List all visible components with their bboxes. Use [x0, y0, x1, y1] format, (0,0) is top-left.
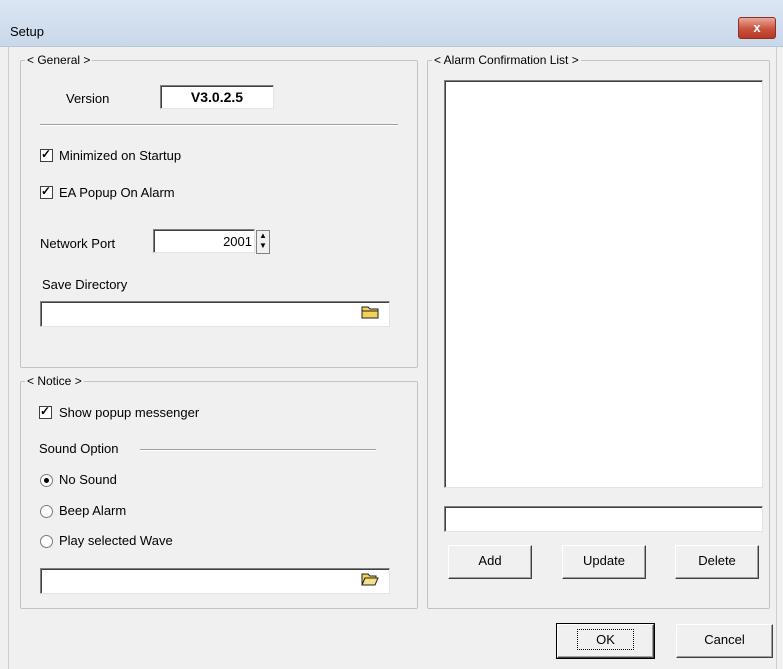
minimized-label[interactable]: Minimized on Startup: [59, 148, 181, 163]
spin-down-icon[interactable]: ▼: [257, 241, 269, 251]
add-button[interactable]: Add: [448, 545, 532, 579]
ok-button[interactable]: OK: [556, 623, 655, 659]
radio-beep-alarm[interactable]: [40, 505, 53, 518]
ok-label: OK: [577, 629, 634, 650]
network-port-label: Network Port: [40, 236, 116, 251]
alarm-list-legend: < Alarm Confirmation List >: [432, 53, 581, 67]
ea-popup-checkbox[interactable]: [40, 184, 53, 199]
folder-icon[interactable]: [359, 304, 381, 322]
play-wave-label[interactable]: Play selected Wave: [59, 533, 173, 548]
version-field: V3.0.2.5: [160, 85, 274, 109]
delete-button[interactable]: Delete: [675, 545, 759, 579]
spin-up-icon[interactable]: ▲: [257, 231, 269, 241]
alarm-list-box[interactable]: [444, 80, 763, 488]
open-folder-icon[interactable]: [359, 571, 381, 589]
show-popup-label[interactable]: Show popup messenger: [59, 405, 199, 420]
port-spinner[interactable]: ▲ ▼: [256, 230, 270, 254]
alarm-entry-input[interactable]: [444, 506, 763, 532]
title-bar[interactable]: [0, 0, 783, 47]
show-popup-checkbox[interactable]: [39, 404, 52, 419]
update-button[interactable]: Update: [562, 545, 646, 579]
save-directory-label: Save Directory: [42, 277, 128, 292]
radio-no-sound[interactable]: [40, 474, 53, 487]
cancel-button[interactable]: Cancel: [676, 624, 773, 658]
save-directory-input[interactable]: [40, 301, 390, 327]
wave-path-input[interactable]: [40, 568, 390, 594]
sound-option-label: Sound Option: [39, 441, 119, 456]
close-icon: x: [753, 20, 761, 35]
notice-legend: < Notice >: [25, 374, 84, 388]
sound-option-divider: [140, 449, 376, 451]
minimized-checkbox[interactable]: [40, 147, 53, 162]
general-legend: < General >: [25, 53, 93, 67]
beep-alarm-label[interactable]: Beep Alarm: [59, 503, 126, 518]
network-port-input[interactable]: 2001: [153, 229, 255, 253]
version-label: Version: [66, 91, 110, 106]
general-divider: [40, 124, 398, 126]
no-sound-label[interactable]: No Sound: [59, 472, 117, 487]
radio-play-wave[interactable]: [40, 535, 53, 548]
network-port-value: 2001: [223, 234, 252, 249]
window-title: Setup: [10, 24, 44, 39]
ea-popup-label[interactable]: EA Popup On Alarm: [59, 185, 175, 200]
close-button[interactable]: x: [738, 17, 776, 39]
